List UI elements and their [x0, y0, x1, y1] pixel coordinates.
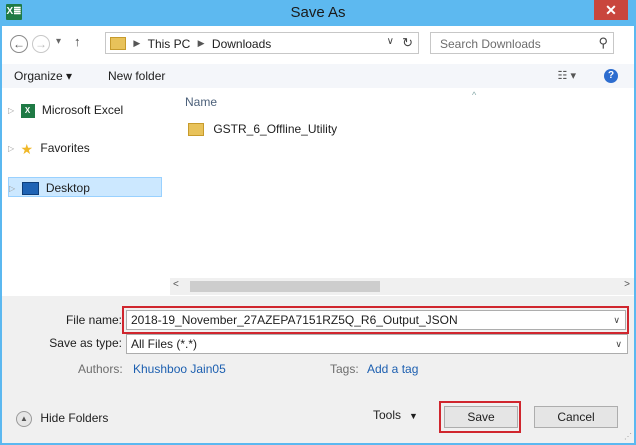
- file-name-label: File name:: [65, 313, 122, 327]
- address-bar[interactable]: ▶ This PC ▶ Downloads ∨ ↻: [105, 32, 419, 54]
- tools-button[interactable]: Tools ▼: [373, 408, 418, 422]
- breadcrumb-this-pc[interactable]: This PC: [148, 37, 191, 51]
- downloads-folder-icon: [110, 37, 126, 51]
- scroll-left-icon[interactable]: <: [173, 279, 179, 290]
- expand-arrow-icon[interactable]: ▷: [8, 106, 14, 115]
- navigation-bar: ← → ▾ ↑ ▶ This PC ▶ Downloads ∨ ↻ Search…: [2, 26, 634, 64]
- refresh-icon[interactable]: ↻: [402, 35, 413, 51]
- organize-button[interactable]: Organize ▾: [14, 69, 72, 83]
- breadcrumb: ▶ This PC ▶ Downloads: [110, 36, 271, 51]
- desktop-icon: [21, 182, 39, 196]
- window-title: Save As: [290, 4, 346, 21]
- hide-folders-label: Hide Folders: [40, 411, 109, 426]
- up-arrow-icon[interactable]: ↑: [74, 34, 81, 49]
- navigation-pane: ▷ X Microsoft Excel ▷ ★ Favorites ▷ Desk…: [2, 90, 170, 296]
- close-button[interactable]: ✕: [594, 0, 628, 20]
- sidebar-item-desktop[interactable]: ▷ Desktop: [8, 177, 162, 197]
- address-dropdown-icon[interactable]: ∨: [387, 36, 394, 47]
- save-type-select[interactable]: All Files (*.*) ∨: [126, 334, 628, 354]
- sidebar-item-label: Microsoft Excel: [41, 103, 124, 117]
- authors-value[interactable]: Khushboo Jain05: [133, 362, 226, 376]
- forward-arrow-icon[interactable]: →: [32, 35, 50, 53]
- star-icon: ★: [20, 140, 34, 157]
- search-box[interactable]: Search Downloads ⚲: [430, 32, 614, 54]
- save-type-label: Save as type:: [49, 336, 122, 350]
- breadcrumb-downloads[interactable]: Downloads: [212, 37, 271, 51]
- resize-grip-icon[interactable]: ⋰: [624, 432, 632, 441]
- chevron-down-icon[interactable]: ∨: [615, 335, 622, 353]
- tools-label: Tools: [373, 408, 402, 422]
- column-header-name[interactable]: Name: [185, 95, 217, 109]
- search-icon[interactable]: ⚲: [598, 35, 608, 51]
- file-name-highlight: [122, 306, 629, 334]
- excel-icon: X: [20, 103, 35, 118]
- collapse-up-icon: ▲: [16, 411, 32, 427]
- back-arrow-icon[interactable]: ←: [10, 35, 28, 53]
- new-folder-button[interactable]: New folder: [108, 69, 165, 83]
- file-name: GSTR_6_Offline_Utility: [213, 122, 338, 136]
- chevron-right-icon: ▶: [133, 38, 141, 49]
- sidebar-item-microsoft-excel[interactable]: ▷ X Microsoft Excel: [8, 100, 123, 120]
- scrollbar-thumb[interactable]: [190, 281, 380, 292]
- save-options-panel: File name: 2018-19_November_27AZEPA7151R…: [2, 296, 634, 443]
- hide-folders-button[interactable]: ▲ Hide Folders: [16, 411, 108, 427]
- chevron-down-icon: ▼: [409, 411, 418, 421]
- help-icon[interactable]: ?: [604, 69, 618, 83]
- expand-arrow-icon[interactable]: ▷: [8, 144, 14, 153]
- chevron-right-icon: ▶: [197, 38, 205, 49]
- sort-caret-icon: ^: [472, 90, 477, 100]
- title-bar[interactable]: X≣ Save As ✕: [0, 0, 636, 26]
- search-input[interactable]: Search Downloads: [440, 37, 541, 51]
- save-as-dialog: X≣ Save As ✕ ← → ▾ ↑ ▶ This PC ▶ Downloa…: [0, 0, 636, 445]
- dialog-body: ← → ▾ ↑ ▶ This PC ▶ Downloads ∨ ↻ Search…: [2, 26, 634, 443]
- sidebar-item-label: Desktop: [45, 181, 90, 195]
- sidebar-item-favorites[interactable]: ▷ ★ Favorites: [8, 138, 90, 158]
- sidebar-item-label: Favorites: [40, 141, 90, 155]
- folder-icon: [188, 123, 204, 137]
- tags-label: Tags:: [330, 362, 359, 376]
- file-list: Name ^ GSTR_6_Offline_Utility: [170, 90, 634, 296]
- horizontal-scrollbar[interactable]: < >: [170, 278, 634, 295]
- save-type-value: All Files (*.*): [131, 337, 198, 351]
- save-button-highlight: [439, 401, 521, 433]
- cancel-button[interactable]: Cancel: [534, 406, 618, 428]
- command-bar: Organize ▾ New folder ☷ ▾ ?: [2, 64, 634, 88]
- list-item[interactable]: GSTR_6_Offline_Utility: [188, 122, 338, 137]
- view-options-icon[interactable]: ☷ ▾: [558, 69, 576, 82]
- recent-locations-chevron-icon[interactable]: ▾: [56, 36, 61, 47]
- authors-label: Authors:: [78, 362, 123, 376]
- scroll-right-icon[interactable]: >: [624, 279, 630, 290]
- expand-arrow-icon[interactable]: ▷: [9, 184, 15, 193]
- tags-value[interactable]: Add a tag: [367, 362, 418, 376]
